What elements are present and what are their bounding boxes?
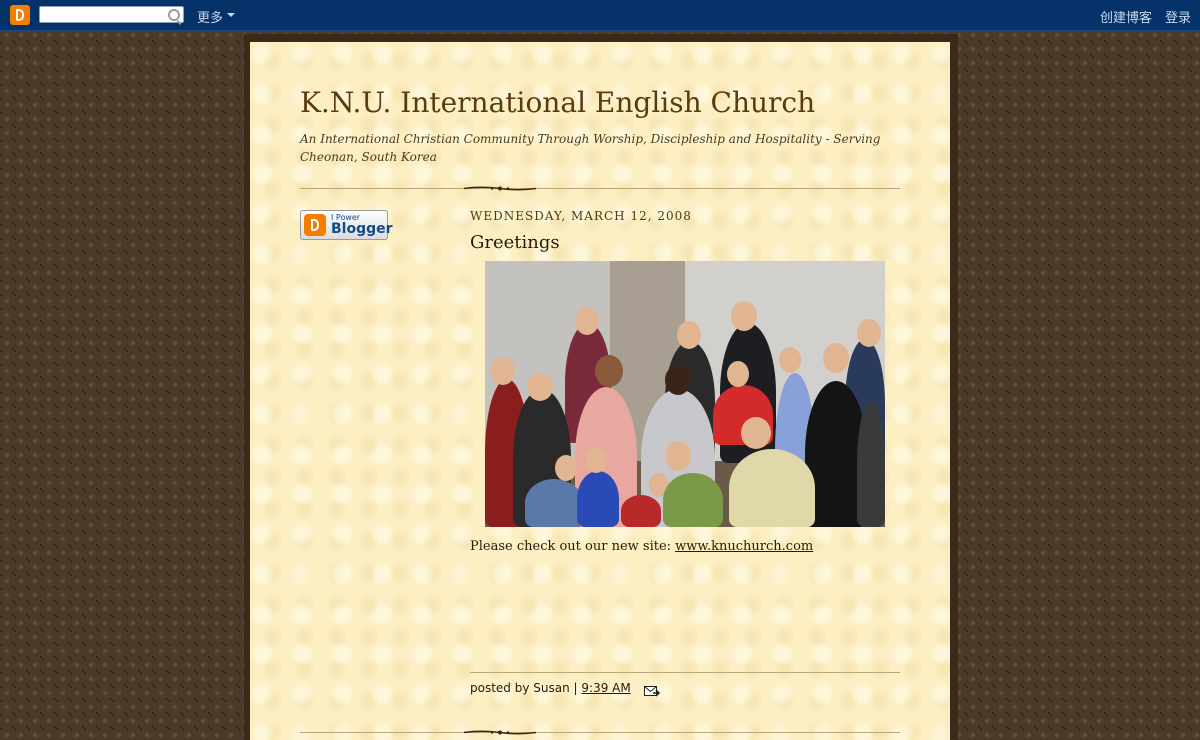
- photo-face: [527, 373, 553, 401]
- photo-face: [575, 307, 599, 335]
- divider-ornament-icon: [464, 730, 536, 735]
- post-footer: posted by Susan | 9:39 AM: [470, 681, 631, 695]
- photo-face: [555, 455, 577, 481]
- blogger-logo-icon[interactable]: [10, 5, 30, 25]
- post-time-link[interactable]: 9:39 AM: [581, 681, 630, 695]
- photo-face: [677, 321, 701, 349]
- post-title[interactable]: Greetings: [470, 232, 560, 253]
- blog-content: K.N.U. International English Church An I…: [250, 42, 950, 740]
- footer-separator: |: [573, 681, 578, 695]
- photo-face: [595, 355, 623, 387]
- divider-ornament-icon: [464, 186, 536, 191]
- blogger-badge-icon: [304, 214, 326, 236]
- create-blog-link[interactable]: 创建博客: [1100, 7, 1152, 26]
- blogger-navbar: 更多 创建博客 登录: [0, 0, 1200, 31]
- post-footer-divider: [470, 672, 900, 673]
- search-input[interactable]: [39, 6, 184, 23]
- photo-face: [857, 319, 881, 347]
- blog-title[interactable]: K.N.U. International English Church: [300, 86, 815, 119]
- search-icon[interactable]: [168, 9, 180, 21]
- photo-face: [779, 347, 801, 373]
- site-link[interactable]: www.knuchurch.com: [675, 539, 813, 554]
- chevron-down-icon[interactable]: [227, 13, 235, 17]
- login-link[interactable]: 登录: [1165, 7, 1191, 26]
- photo-person: [729, 449, 815, 527]
- badge-big-text: Blogger: [331, 221, 393, 237]
- post-date: WEDNESDAY, MARCH 12, 2008: [470, 209, 692, 223]
- email-post-icon[interactable]: [644, 685, 660, 697]
- bottom-divider: [300, 730, 900, 735]
- photo-person: [857, 401, 885, 527]
- photo-face: [665, 441, 691, 471]
- photo-face: [585, 447, 607, 473]
- header-divider: [300, 186, 900, 191]
- photo-face: [741, 417, 771, 449]
- photo-face: [731, 301, 757, 331]
- posted-by: posted by Susan: [470, 681, 570, 695]
- photo-face: [491, 357, 515, 385]
- photo-face: [665, 365, 691, 395]
- photo-face: [823, 343, 849, 373]
- photo-person: [621, 495, 661, 527]
- blog-description: An International Christian Community Thr…: [300, 132, 881, 164]
- photo-person: [577, 471, 619, 527]
- powered-by-blogger-badge[interactable]: I Power Blogger: [300, 210, 393, 240]
- photo-person: [525, 479, 583, 527]
- photo-person: [663, 473, 723, 527]
- more-menu[interactable]: 更多: [197, 7, 223, 26]
- post-photo[interactable]: [485, 261, 885, 527]
- post-body: Please check out our new site: www.knuch…: [470, 539, 813, 554]
- photo-face: [727, 361, 749, 387]
- post-body-text: Please check out our new site:: [470, 539, 676, 554]
